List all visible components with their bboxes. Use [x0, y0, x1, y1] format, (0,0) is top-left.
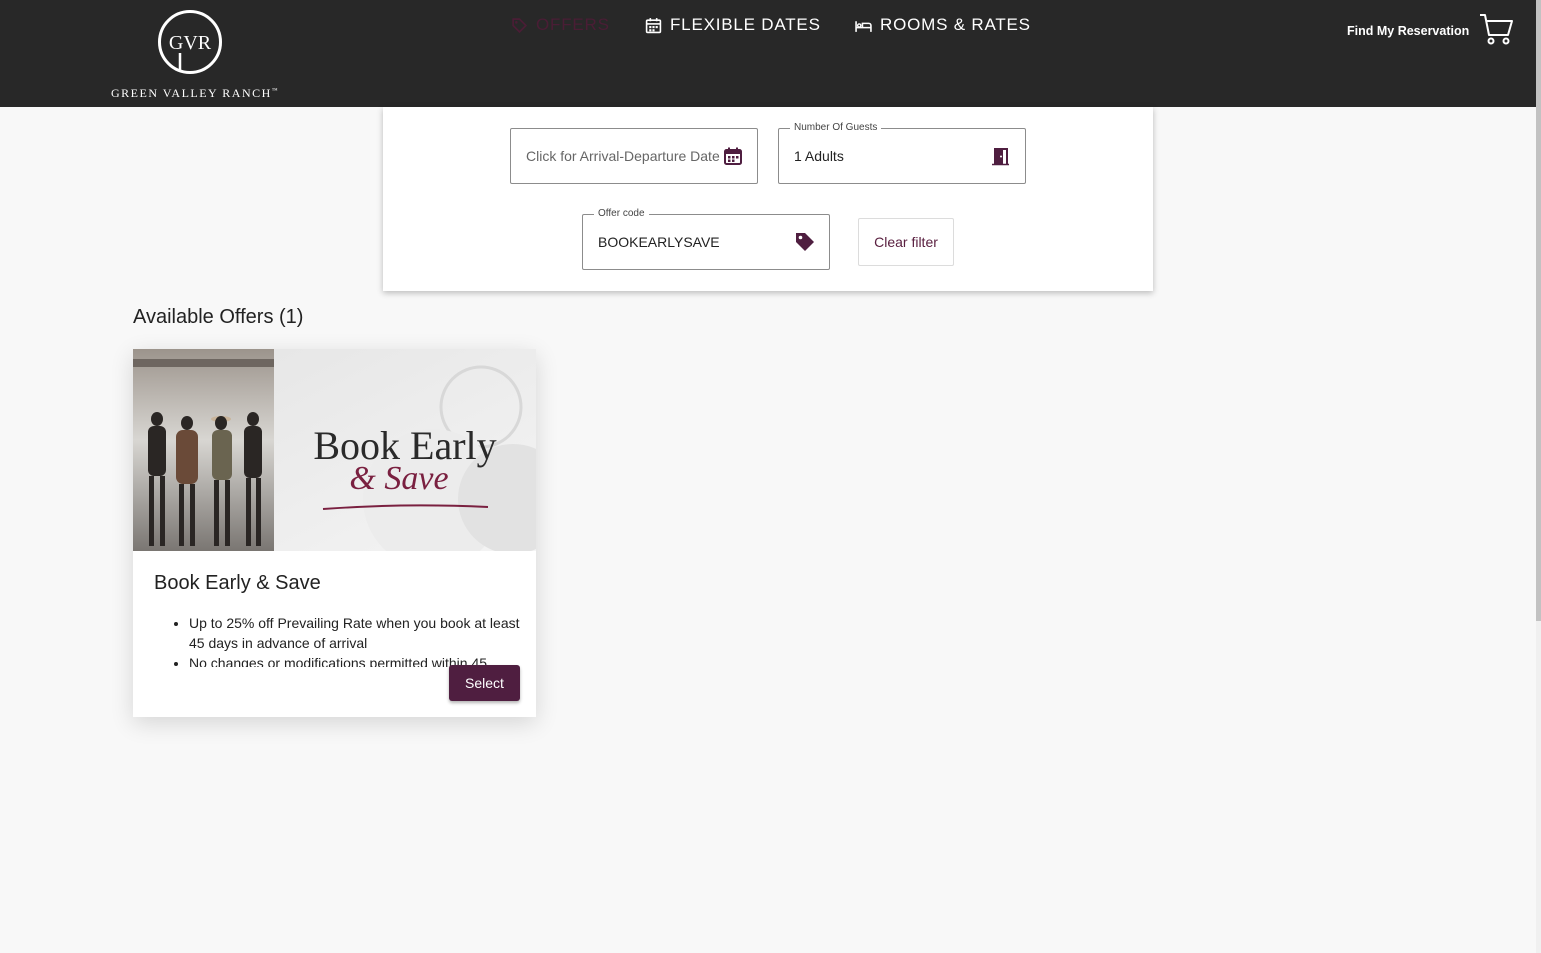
calendar-icon: [645, 17, 662, 33]
nav-offers[interactable]: OFFERS: [511, 13, 610, 37]
arrival-departure-placeholder: Click for Arrival-Departure Date: [526, 148, 720, 164]
tag-icon: [512, 17, 528, 33]
offer-description: Up to 25% off Prevailing Rate when you b…: [154, 613, 526, 667]
bed-icon: [855, 20, 872, 32]
brand-name: GREEN VALLEY RANCH™: [111, 86, 280, 100]
cart-icon[interactable]: [1478, 11, 1514, 47]
nav-rooms-rates[interactable]: ROOMS & RATES: [855, 13, 1031, 37]
gvr-monogram-icon: GVR: [158, 10, 222, 74]
top-navigation-bar: GVR GREEN VALLEY RANCH™ OFFERS FLEXIBLE …: [0, 0, 1536, 107]
find-my-reservation-link[interactable]: Find My Reservation: [1347, 24, 1469, 38]
offer-code-field[interactable]: Offer code BOOKEARLYSAVE: [582, 208, 830, 270]
scrollbar-thumb[interactable]: [1536, 0, 1541, 621]
number-of-guests-field[interactable]: Number Of Guests 1 Adults: [778, 122, 1026, 184]
offer-bullet: Up to 25% off Prevailing Rate when you b…: [189, 613, 526, 653]
svg-text:GVR: GVR: [169, 32, 212, 54]
select-offer-button[interactable]: Select: [449, 665, 520, 701]
nav-flexible-dates-label: FLEXIBLE DATES: [670, 15, 821, 34]
search-panel: Click for Arrival-Departure Date Number …: [383, 107, 1153, 291]
door-icon: [992, 148, 1009, 166]
offer-image: Book Early & Save: [133, 349, 536, 551]
nav-rooms-rates-label: ROOMS & RATES: [880, 15, 1031, 34]
offer-card: Book Early & Save Book Early & Save Up t…: [133, 349, 536, 717]
nav-offers-label: OFFERS: [536, 15, 610, 34]
nav-flexible-dates[interactable]: FLEXIBLE DATES: [645, 13, 821, 37]
gvr-logo[interactable]: GVR GREEN VALLEY RANCH™: [111, 9, 280, 101]
offer-code-value: BOOKEARLYSAVE: [598, 234, 720, 250]
offer-title: Book Early & Save: [154, 572, 321, 594]
arrival-departure-date-field[interactable]: Click for Arrival-Departure Date: [510, 128, 758, 184]
tag-icon: [796, 233, 814, 251]
clear-filter-button[interactable]: Clear filter: [858, 218, 954, 266]
calendar-icon[interactable]: [723, 146, 743, 166]
number-of-guests-value: 1 Adults: [794, 148, 844, 164]
available-offers-heading: Available Offers (1): [133, 306, 304, 328]
svg-text:& Save: & Save: [349, 460, 448, 497]
